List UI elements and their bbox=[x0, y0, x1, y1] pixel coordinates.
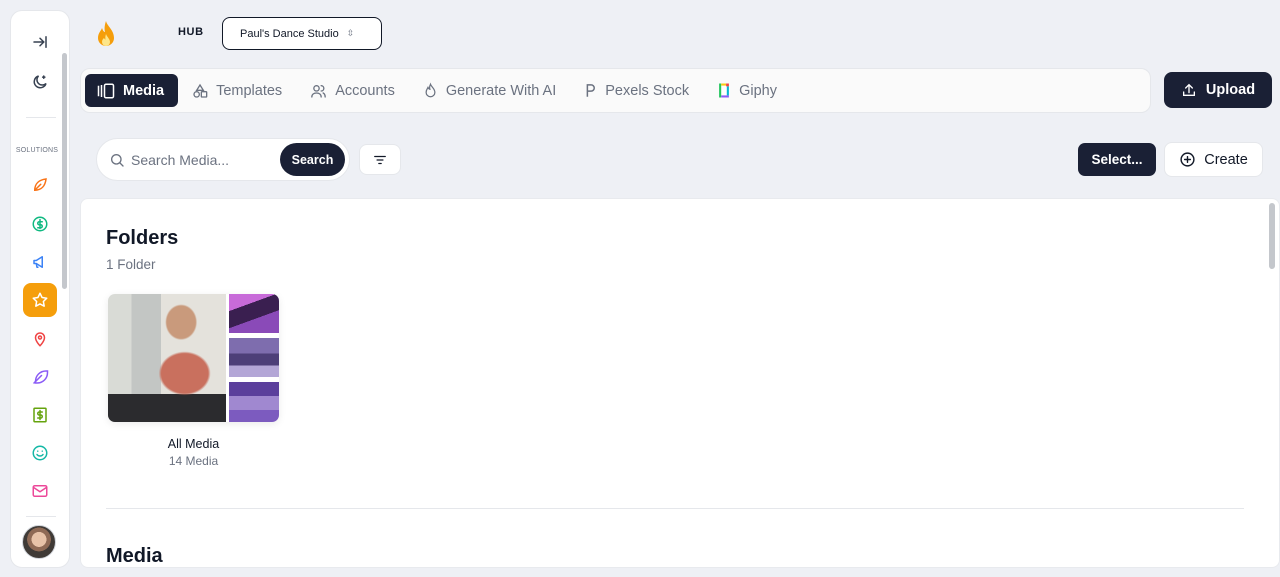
star-icon[interactable] bbox=[23, 283, 57, 317]
chevron-up-down-icon: ⇳ bbox=[346, 28, 355, 38]
dollar-circle-icon[interactable] bbox=[23, 207, 57, 241]
media-library-icon bbox=[97, 83, 115, 98]
collapse-sidebar-icon[interactable] bbox=[25, 27, 55, 57]
hub-label: HUB bbox=[178, 26, 204, 38]
folder-card-all-media[interactable] bbox=[108, 294, 279, 422]
upload-icon bbox=[1182, 83, 1195, 96]
flame-icon bbox=[425, 82, 436, 98]
megaphone-icon[interactable] bbox=[23, 245, 57, 279]
tab-templates-label: Templates bbox=[216, 82, 283, 99]
filter-button[interactable] bbox=[359, 144, 401, 175]
giphy-icon bbox=[719, 83, 729, 98]
studio-selector[interactable]: Paul's Dance Studio ⇳ bbox=[222, 17, 382, 50]
users-icon bbox=[311, 84, 327, 98]
filter-icon bbox=[374, 155, 386, 164]
folders-heading: Folders bbox=[106, 227, 179, 249]
upload-label: Upload bbox=[1205, 82, 1256, 98]
tab-accounts-label: Accounts bbox=[335, 82, 395, 99]
rail-divider bbox=[26, 117, 56, 118]
media-tabs: Media Templates Accounts Generate With A… bbox=[80, 68, 1151, 113]
studio-name: Paul's Dance Studio bbox=[240, 27, 339, 40]
leaf-icon[interactable] bbox=[23, 168, 57, 202]
folders-count: 1 Folder bbox=[106, 257, 156, 272]
select-button[interactable]: Select... bbox=[1078, 143, 1156, 176]
dollar-square-icon[interactable] bbox=[23, 398, 57, 432]
user-avatar[interactable] bbox=[22, 525, 56, 559]
rail-scrollbar[interactable] bbox=[62, 53, 67, 289]
search-input[interactable] bbox=[131, 151, 281, 168]
plus-circle-icon bbox=[1180, 152, 1195, 167]
tab-pexels[interactable]: Pexels Stock bbox=[572, 74, 703, 107]
folder-thumbnail-small bbox=[229, 294, 279, 333]
panel-scrollbar[interactable] bbox=[1269, 203, 1275, 269]
rail-divider-bottom bbox=[26, 516, 56, 517]
solutions-label: SOLUTIONS bbox=[15, 147, 59, 154]
folder-thumbnail-main bbox=[108, 294, 226, 422]
flame-logo-icon[interactable] bbox=[94, 20, 118, 50]
tab-giphy[interactable]: Giphy bbox=[705, 74, 791, 107]
search-button[interactable]: Search bbox=[280, 143, 345, 176]
tab-generate-ai-label: Generate With AI bbox=[445, 82, 557, 99]
folder-thumbnail-small bbox=[229, 338, 279, 377]
tab-accounts[interactable]: Accounts bbox=[298, 74, 409, 107]
create-label: Create bbox=[1204, 151, 1248, 168]
folder-name[interactable]: All Media bbox=[108, 437, 279, 451]
tab-giphy-label: Giphy bbox=[739, 82, 777, 99]
upload-button[interactable]: Upload bbox=[1164, 72, 1272, 108]
mail-icon[interactable] bbox=[23, 474, 57, 508]
section-divider bbox=[106, 508, 1244, 509]
folder-thumbnail-small bbox=[229, 382, 279, 422]
left-rail: SOLUTIONS bbox=[10, 10, 70, 568]
media-panel: Folders 1 Folder All Media 14 Media Medi… bbox=[80, 198, 1280, 568]
shapes-icon bbox=[193, 83, 208, 98]
map-pin-icon[interactable] bbox=[23, 322, 57, 356]
pexels-icon bbox=[586, 84, 596, 97]
search-icon bbox=[111, 153, 124, 167]
search-bar: Search bbox=[96, 138, 350, 181]
media-heading: Media bbox=[106, 545, 163, 567]
folder-media-count: 14 Media bbox=[168, 454, 219, 468]
create-button[interactable]: Create bbox=[1164, 142, 1263, 177]
feather-icon[interactable] bbox=[23, 360, 57, 394]
tab-generate-ai[interactable]: Generate With AI bbox=[411, 74, 570, 107]
tab-pexels-label: Pexels Stock bbox=[605, 82, 690, 99]
dark-mode-icon[interactable] bbox=[25, 67, 55, 97]
tab-media[interactable]: Media bbox=[85, 74, 179, 107]
tab-media-label: Media bbox=[123, 82, 165, 99]
tab-templates[interactable]: Templates bbox=[180, 74, 296, 107]
smile-icon[interactable] bbox=[23, 436, 57, 470]
